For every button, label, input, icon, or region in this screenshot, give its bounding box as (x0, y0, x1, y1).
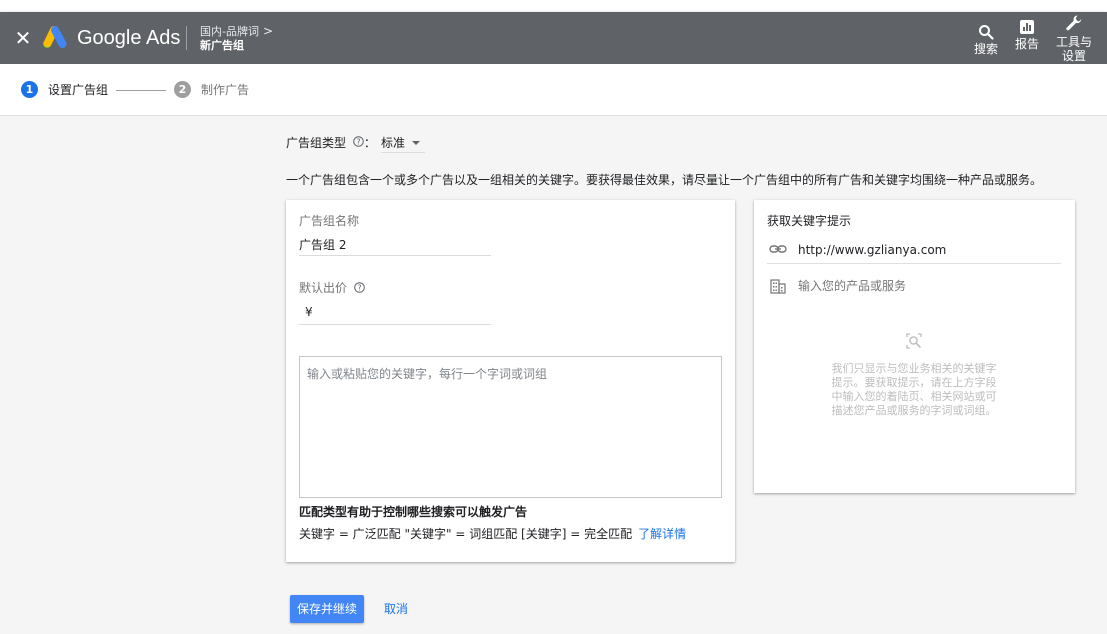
close-icon[interactable]: ✕ (13, 27, 33, 49)
step-connector (116, 90, 166, 91)
save-continue-button[interactable]: 保存并继续 (290, 595, 364, 623)
keyword-ideas-title: 获取关键字提示 (767, 214, 852, 228)
breadcrumb-current: 新广告组 (200, 39, 244, 52)
adgroup-type-value: 标准 (381, 136, 406, 150)
match-types-title: 匹配类型有助于控制哪些搜索可以触发广告 (299, 505, 528, 519)
caret-down-icon (412, 141, 420, 145)
building-icon (770, 279, 786, 294)
tools-label-line1: 工具与 (1055, 35, 1092, 49)
adgroup-type-colon: ： (363, 136, 376, 150)
tools-label-line2: 设置 (1061, 49, 1086, 63)
chevron-right-icon: > (262, 24, 274, 38)
learn-more-link[interactable]: 了解详情 (638, 527, 686, 541)
header-divider (186, 26, 187, 50)
step-2-label[interactable]: 制作广告 (201, 83, 249, 97)
match-types-text: 关键字 = 广泛匹配 "关键字" = 词组匹配 [关键字] = 完全匹配 (299, 527, 633, 541)
wrench-icon (1066, 15, 1082, 31)
help-icon[interactable]: ? (353, 136, 364, 147)
breadcrumb-parent[interactable]: 国内-品牌词 (200, 25, 259, 38)
svg-text:?: ? (356, 137, 360, 146)
default-bid-input[interactable]: ¥ (299, 303, 491, 325)
keyword-ideas-card: 获取关键字提示 我们只显示与您业务相关的关键字提示。要获取提示，请在上方字段中输… (754, 200, 1075, 493)
breadcrumb: 国内-品牌词 > 新广告组 (200, 24, 274, 53)
cancel-button[interactable]: 取消 (384, 602, 408, 616)
stepper: 1 设置广告组 2 制作广告 (0, 64, 1107, 116)
app-header: ✕ Google Ads 国内-品牌词 > 新广告组 搜索 报告 工具与 设置 (0, 12, 1107, 64)
adgroup-card: 广告组名称 默认出价 ? ¥ 匹配类型有助于控制哪些搜索可以触发广告 关键字 =… (286, 200, 735, 562)
default-bid-text: 默认出价 (299, 281, 348, 295)
adgroup-name-input[interactable] (299, 234, 491, 256)
step-2-number: 2 (174, 81, 191, 98)
top-strip (0, 0, 1107, 12)
svg-text:?: ? (357, 283, 361, 292)
search-suggestions-icon (906, 333, 922, 349)
empty-state-message: 我们只显示与您业务相关的关键字提示。要获取提示，请在上方字段中输入您的着陆页、相… (831, 362, 997, 417)
currency-symbol: ¥ (305, 305, 313, 319)
bar-chart-icon (1020, 20, 1034, 34)
adgroup-name-label: 广告组名称 (299, 214, 360, 228)
default-bid-label: 默认出价 ? (299, 281, 365, 295)
reports-label: 报告 (1014, 37, 1039, 51)
brand-name: Google Ads (77, 27, 181, 49)
match-types-description: 关键字 = 广泛匹配 "关键字" = 词组匹配 [关键字] = 完全匹配 了解详情 (299, 527, 686, 541)
url-underline (767, 263, 1061, 264)
tools-settings-button[interactable]: 工具与 设置 (1052, 13, 1096, 63)
link-icon (769, 245, 787, 253)
adgroup-description: 一个广告组包含一个或多个广告以及一组相关的关键字。要获得最佳效果，请尽量让一个广… (286, 173, 1043, 187)
adgroup-type-text: 广告组类型 (286, 136, 347, 150)
product-service-input[interactable] (798, 277, 1060, 295)
help-icon[interactable]: ? (354, 282, 365, 293)
search-button[interactable]: 搜索 (970, 24, 1002, 56)
reports-button[interactable]: 报告 (1011, 19, 1043, 51)
adgroup-type-dropdown[interactable]: 标准 (381, 135, 425, 153)
step-1-number: 1 (21, 81, 38, 98)
search-label: 搜索 (973, 42, 998, 56)
landing-page-url-input[interactable] (798, 240, 1060, 260)
step-1-label[interactable]: 设置广告组 (48, 83, 108, 97)
search-icon (979, 25, 994, 40)
adgroup-type-label: 广告组类型 ? ： (286, 135, 376, 151)
keywords-textarea[interactable] (299, 356, 722, 498)
google-ads-logo-icon (42, 26, 67, 49)
